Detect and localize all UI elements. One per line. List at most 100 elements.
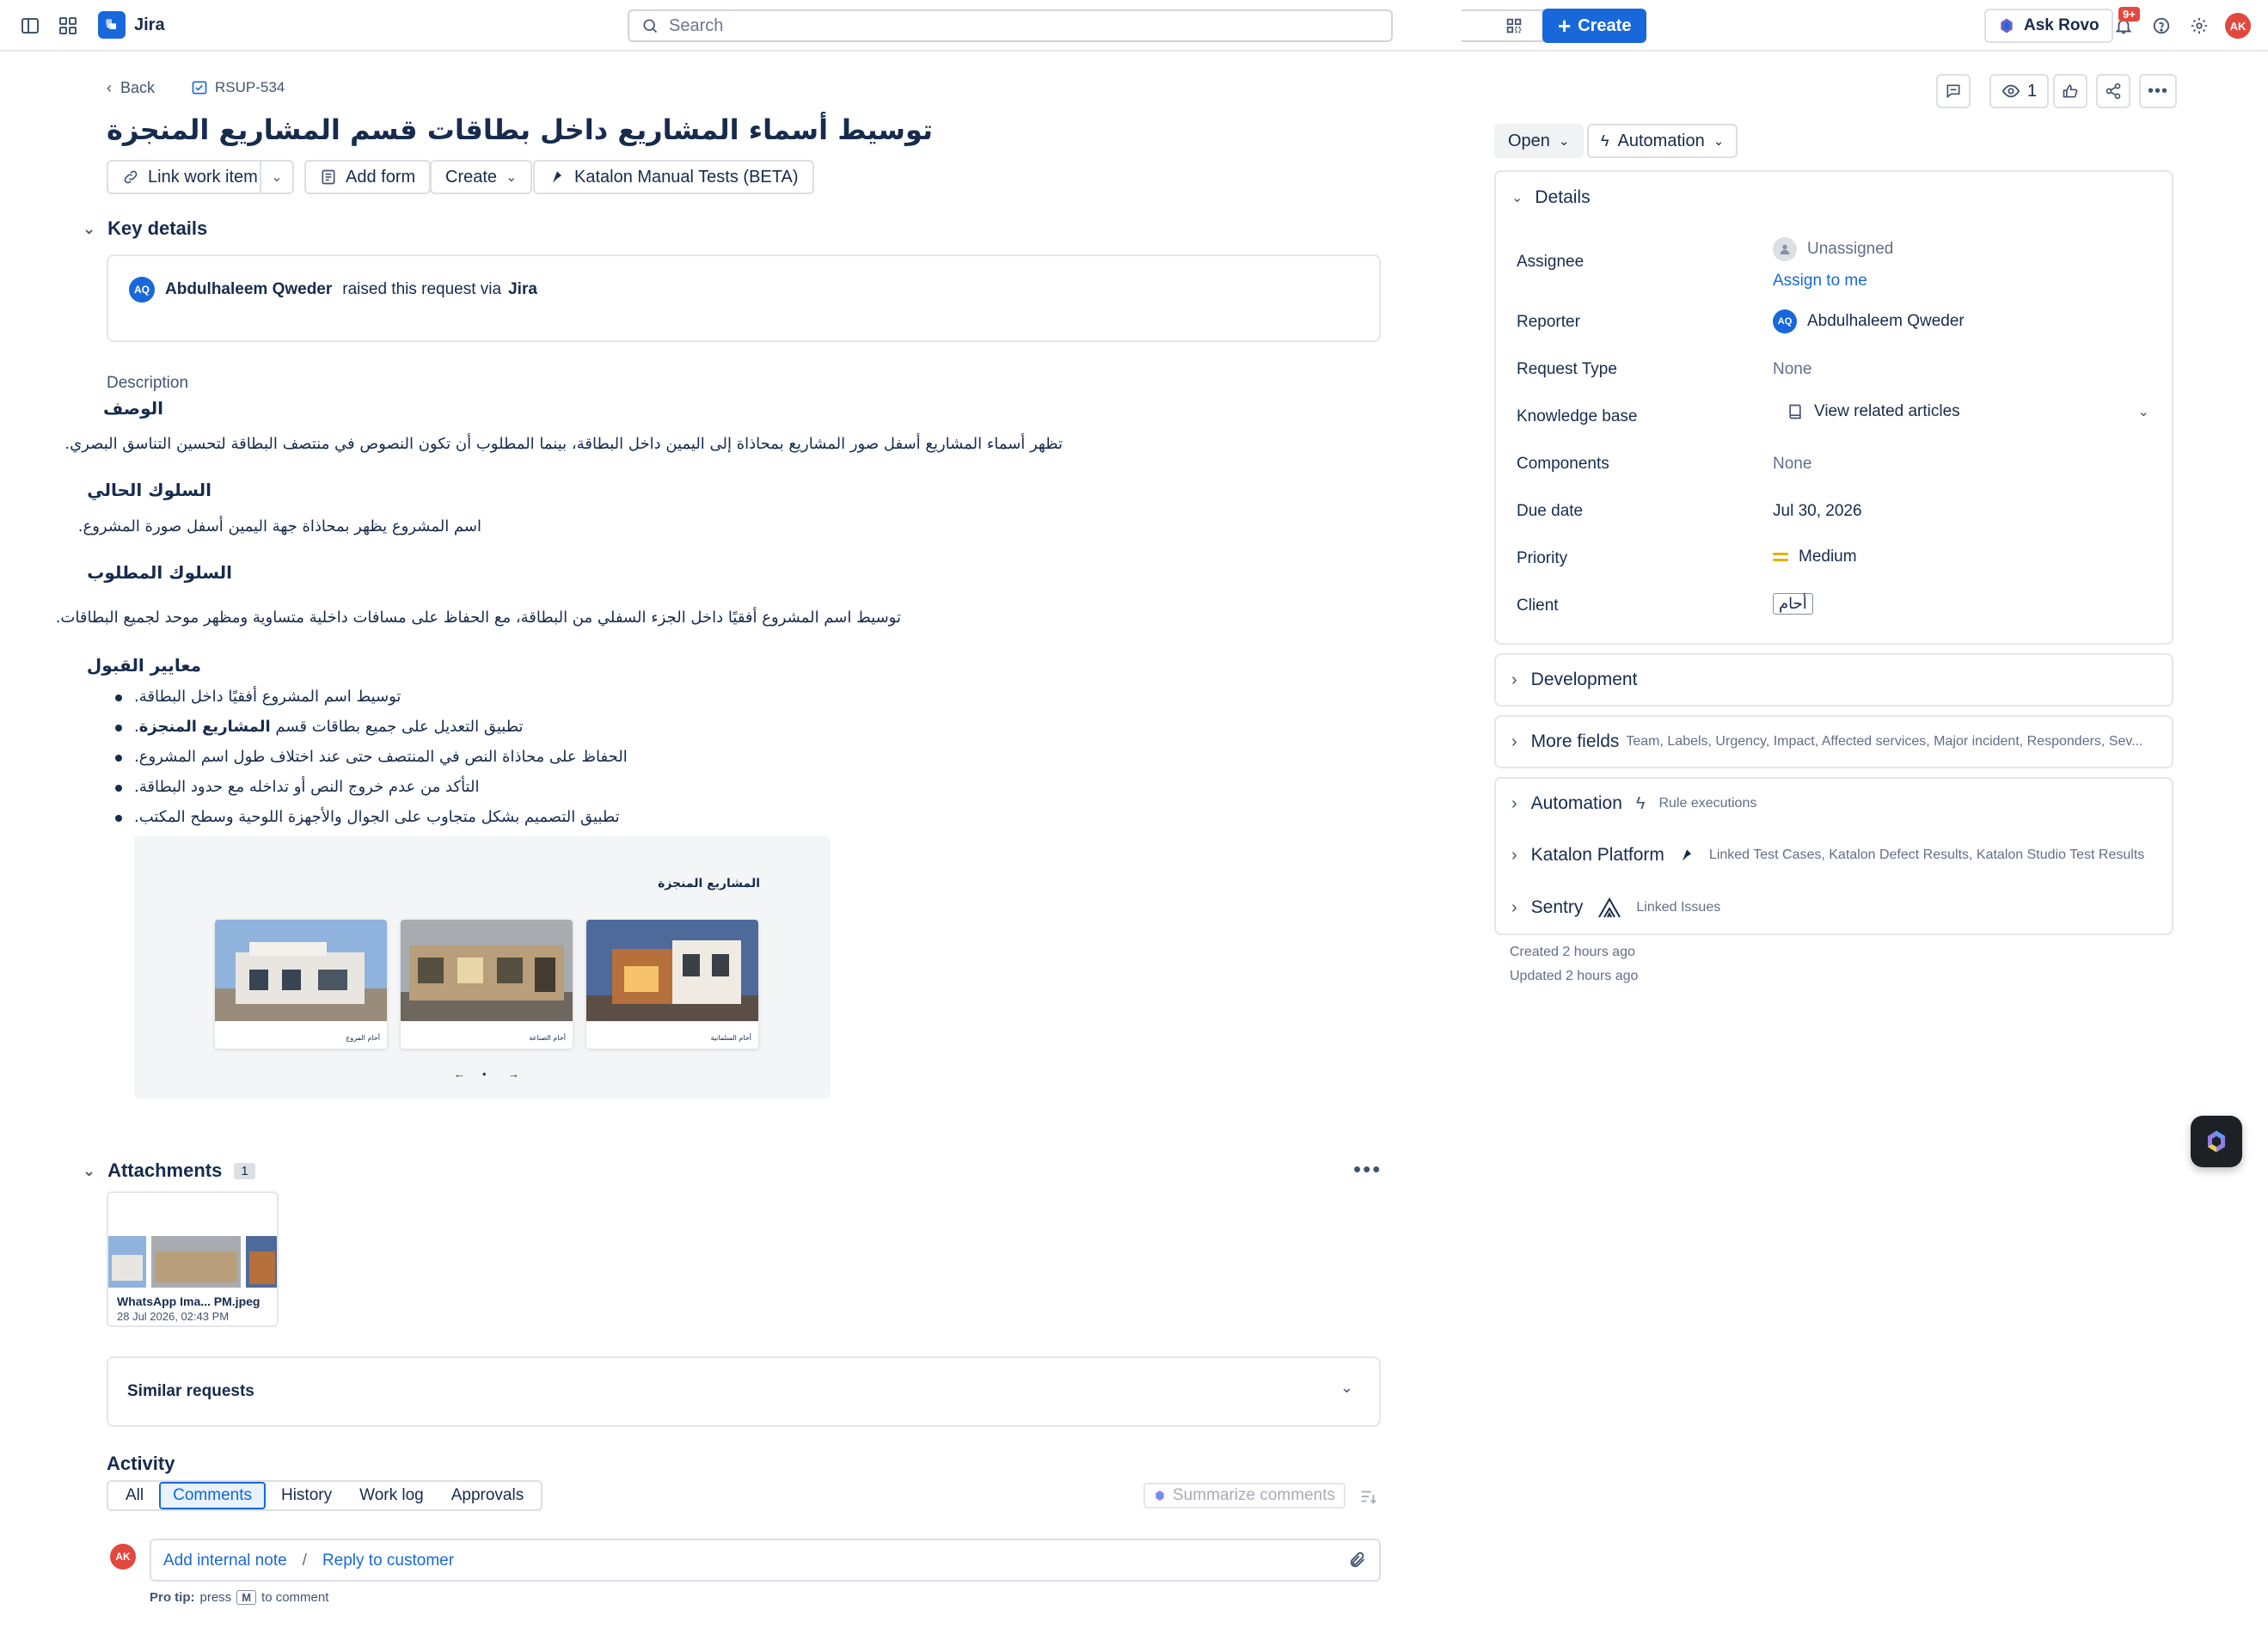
automation-dropdown[interactable]: ϟ Automation ⌄ — [1587, 124, 1738, 158]
components-value[interactable]: None — [1773, 455, 1811, 474]
tab-comments[interactable]: Comments — [159, 1482, 266, 1509]
katalon-section-summary: Linked Test Cases, Katalon Defect Result… — [1708, 848, 2145, 862]
acceptance-item-4: التأكد من عدم خروج النص أو تداخله مع حدو… — [134, 778, 480, 796]
assignee-value[interactable]: Unassigned — [1773, 237, 1893, 261]
attachment-date: 28 Jul 2026, 02:43 PM — [117, 1310, 230, 1323]
help-icon[interactable] — [2148, 12, 2175, 40]
updated-timestamp: Updated 2 hours ago — [1510, 969, 1639, 983]
client-label: Client — [1517, 597, 1559, 615]
katalon-section-toggle[interactable]: › Katalon Platform Linked Test Cases, Ka… — [1511, 845, 2144, 866]
details-heading: Details — [1535, 187, 1591, 207]
rovo-icon — [2001, 18, 2013, 34]
bullet-dot — [115, 695, 122, 701]
reporter-avatar: AQ — [129, 277, 155, 303]
tab-history[interactable]: History — [269, 1482, 344, 1509]
chevron-left-icon: ‹ — [107, 79, 112, 96]
attachments-toggle[interactable]: ⌄ Attachments 1 — [83, 1160, 255, 1182]
more-fields-summary: Team, Labels, Urgency, Impact, Affected … — [1626, 734, 2143, 749]
back-link[interactable]: ‹ Back — [107, 79, 155, 97]
expected-behavior-paragraph: توسيط اسم المشروع أفقيًا داخل الجزء السف… — [55, 609, 901, 627]
request-type-label: Request Type — [1517, 360, 1617, 378]
assignee-value-text: Unassigned — [1807, 240, 1894, 258]
katalon-manual-tests-button[interactable]: Katalon Manual Tests (BETA) — [533, 160, 814, 194]
key-details-toggle[interactable]: ⌄ Key details — [83, 217, 207, 240]
client-value-tag[interactable]: أحام — [1773, 593, 1813, 615]
link-work-item-dropdown[interactable]: ⌄ — [260, 160, 294, 194]
issue-title[interactable]: توسيط أسماء المشاريع داخل بطاقات قسم الم… — [107, 113, 933, 146]
attachments-more-icon[interactable]: ••• — [1353, 1158, 1382, 1180]
attachment-card[interactable]: WhatsApp Ima... PM.jpeg 28 Jul 2026, 02:… — [107, 1191, 279, 1327]
jira-logo[interactable]: Jira — [98, 11, 165, 39]
villa-photo-image — [401, 920, 573, 1021]
knowledge-base-dropdown[interactable]: View related articles ⌄ — [1787, 402, 2149, 421]
project-card: أحام السلمانية — [586, 920, 758, 1049]
user-avatar[interactable]: AK — [2225, 13, 2251, 39]
request-type-value[interactable]: None — [1773, 360, 1811, 379]
automation-section-toggle[interactable]: › Automation ϟ Rule executions — [1511, 793, 1756, 814]
development-panel[interactable]: › Development — [1494, 653, 2173, 707]
sentry-section-toggle[interactable]: › Sentry Linked Issues — [1511, 897, 1720, 919]
issue-key-breadcrumb[interactable]: RSUP-534 — [191, 79, 285, 96]
reporter-name[interactable]: Abdulhaleem Qweder — [165, 280, 332, 299]
chevron-down-icon: ⌄ — [2137, 405, 2149, 419]
app-switcher-icon[interactable] — [53, 11, 83, 40]
feedback-button[interactable] — [1936, 74, 1971, 108]
chevron-down-icon: ⌄ — [1558, 134, 1570, 149]
commenter-avatar: AK — [110, 1544, 136, 1570]
more-actions-button[interactable]: ••• — [2139, 74, 2177, 108]
attachment-clip-icon[interactable] — [1348, 1551, 1367, 1574]
villa-photo-image — [586, 920, 758, 1021]
like-button[interactable] — [2053, 74, 2087, 108]
key-details-panel: AQ Abdulhaleem Qweder raised this reques… — [107, 254, 1381, 342]
search-input[interactable]: Search — [628, 9, 1393, 42]
rovo-chat-fab[interactable] — [2191, 1116, 2242, 1167]
pro-tip-key: M — [236, 1590, 257, 1605]
chevron-right-icon: › — [1511, 897, 1517, 917]
tab-work-log[interactable]: Work log — [347, 1482, 436, 1509]
filter-scan-icon[interactable] — [1503, 15, 1525, 37]
assign-to-me-link[interactable]: Assign to me — [1773, 272, 1867, 291]
due-date-value[interactable]: Jul 30, 2026 — [1773, 502, 1862, 521]
bullet-dot — [115, 785, 122, 792]
ask-rovo-button[interactable]: Ask Rovo — [1984, 9, 2113, 43]
link-work-item-button[interactable]: Link work item — [107, 160, 273, 194]
carousel-next-arrow: → — [508, 1068, 519, 1080]
separator: / — [302, 1551, 307, 1570]
add-form-label: Add form — [346, 167, 416, 187]
pro-tip-label: Pro tip: — [150, 1590, 195, 1605]
details-toggle[interactable]: ⌄ Details — [1511, 187, 1591, 208]
priority-value[interactable]: Medium — [1773, 548, 1857, 566]
more-fields-panel[interactable]: › More fields Team, Labels, Urgency, Imp… — [1494, 715, 2173, 768]
status-dropdown[interactable]: Open ⌄ — [1494, 124, 1584, 158]
acceptance-item-5: تطبيق التصميم بشكل متجاوب على الجوال وال… — [134, 808, 620, 826]
ask-rovo-label: Ask Rovo — [2024, 16, 2099, 34]
create-dropdown-button[interactable]: Create ⌄ — [430, 160, 533, 194]
share-button[interactable] — [2096, 74, 2130, 108]
global-create-button[interactable]: + Create — [1542, 9, 1647, 43]
tab-approvals[interactable]: Approvals — [439, 1482, 536, 1509]
watchers-button[interactable]: 1 — [1989, 74, 2050, 108]
reporter-value[interactable]: AQ Abdulhaleem Qweder — [1773, 309, 1965, 334]
add-internal-note-link[interactable]: Add internal note — [163, 1551, 287, 1570]
tab-all[interactable]: All — [113, 1482, 156, 1509]
rovo-icon — [1155, 1490, 1164, 1501]
sort-icon[interactable] — [1357, 1485, 1379, 1508]
knowledge-base-label: Knowledge base — [1517, 407, 1638, 425]
villa-photo-image — [215, 920, 387, 1021]
settings-gear-icon[interactable] — [2185, 12, 2213, 40]
components-label: Components — [1517, 455, 1609, 473]
sidebar-toggle-icon[interactable] — [15, 11, 45, 40]
embedded-screenshot[interactable]: المشاريع المنجزة أحام المروج أحام الصناع… — [134, 835, 831, 1099]
comment-editor[interactable]: Add internal note / Reply to customer — [150, 1539, 1381, 1582]
similar-requests-panel[interactable]: Similar requests ⌄ — [107, 1356, 1381, 1427]
development-heading: Development — [1530, 670, 1638, 689]
chevron-down-icon[interactable]: ⌄ — [1340, 1379, 1353, 1397]
sentry-section-summary: Linked Issues — [1636, 900, 1721, 915]
chevron-down-icon: ⌄ — [271, 170, 283, 185]
reply-to-customer-link[interactable]: Reply to customer — [322, 1551, 454, 1570]
summarize-comments-button[interactable]: Summarize comments — [1143, 1483, 1345, 1509]
sentry-section-heading: Sentry — [1530, 897, 1584, 917]
plus-icon: + — [1558, 13, 1572, 39]
automation-section-heading: Automation — [1530, 793, 1622, 813]
add-form-button[interactable]: Add form — [304, 160, 432, 194]
